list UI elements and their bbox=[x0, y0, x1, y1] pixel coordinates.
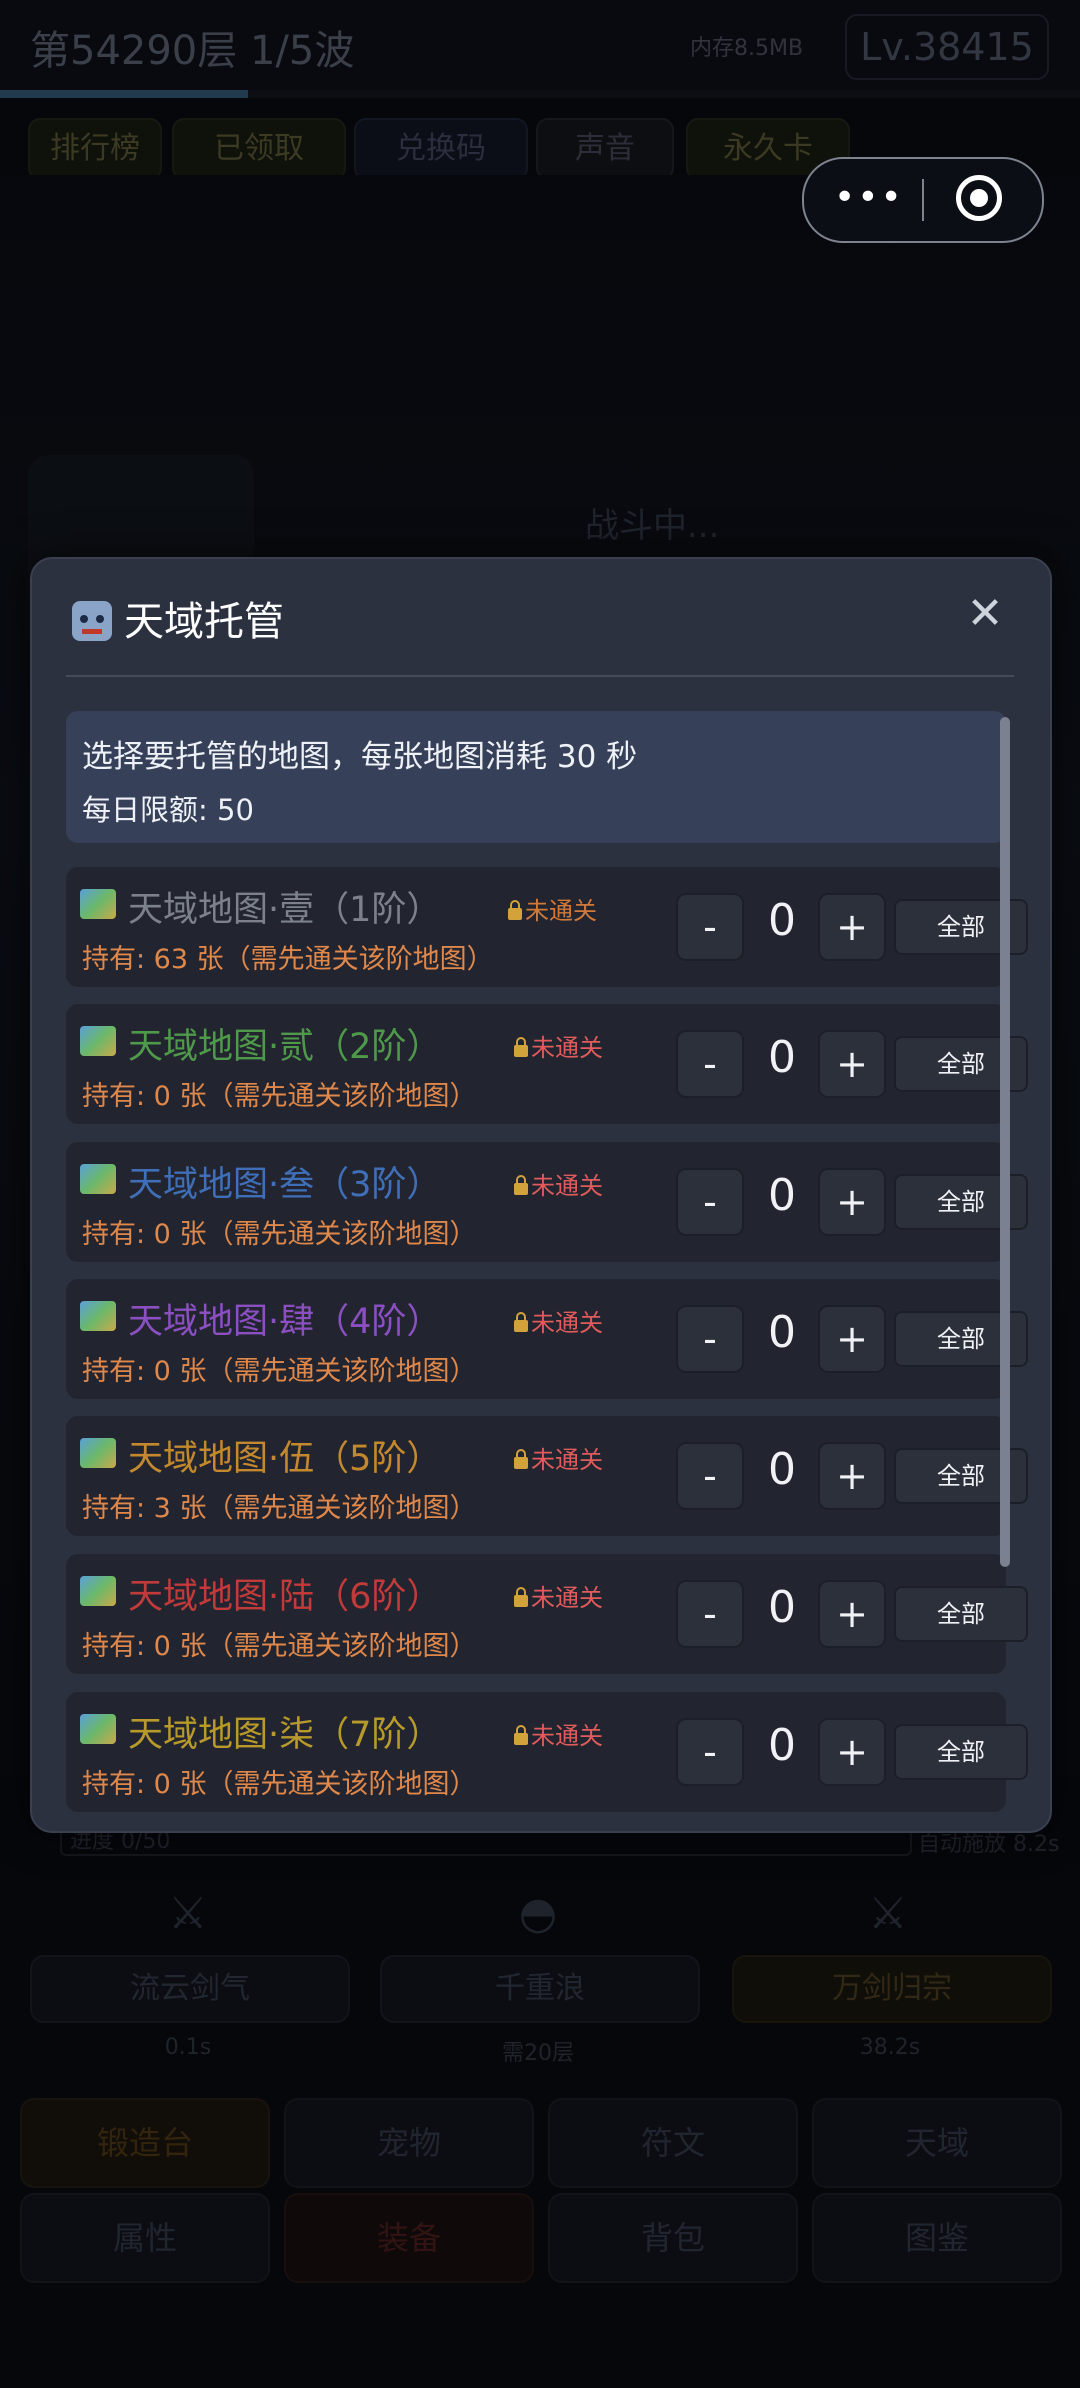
locked-text: 未通关 bbox=[531, 1034, 603, 1062]
lock-icon bbox=[514, 1587, 528, 1607]
decrease-button[interactable]: - bbox=[676, 1442, 744, 1510]
capsule-divider bbox=[922, 179, 924, 221]
quantity-value: 0 bbox=[768, 1720, 796, 1771]
locked-badge: 未通关 bbox=[514, 1028, 603, 1063]
map-icon bbox=[80, 1714, 116, 1744]
map-row: 天域地图·壹（1阶） 未通关 持有: 63 张（需先通关该阶地图） -0 + 全部 bbox=[66, 867, 1028, 987]
locked-text: 未通关 bbox=[525, 897, 597, 925]
lock-icon bbox=[508, 900, 522, 920]
dialog-title: 天域托管 bbox=[72, 589, 284, 647]
map-name: 天域地图·壹（1阶） bbox=[128, 890, 442, 930]
locked-badge: 未通关 bbox=[514, 1166, 603, 1201]
decrease-button[interactable]: - bbox=[676, 1030, 744, 1098]
quantity-value: 0 bbox=[768, 1582, 796, 1633]
locked-text: 未通关 bbox=[531, 1172, 603, 1200]
locked-text: 未通关 bbox=[531, 1446, 603, 1474]
map-name: 天域地图·柒（7阶） bbox=[128, 1715, 442, 1755]
decrease-button[interactable]: - bbox=[676, 1718, 744, 1786]
increase-button[interactable]: + bbox=[818, 1718, 886, 1786]
lock-icon bbox=[514, 1175, 528, 1195]
skyrealm-auto-dialog: 天域托管 ✕ 选择要托管的地图，每张地图消耗 30 秒 每日限额: 50 天域地… bbox=[30, 557, 1052, 1833]
select-all-button[interactable]: 全部 bbox=[894, 1724, 1028, 1780]
map-row: 天域地图·叁（3阶） 未通关 持有: 0 张（需先通关该阶地图） -0 + 全部 bbox=[66, 1142, 1028, 1262]
robot-icon bbox=[72, 601, 112, 641]
locked-badge: 未通关 bbox=[514, 1440, 603, 1475]
map-holding-text: 持有: 3 张（需先通关该阶地图） bbox=[82, 1493, 477, 1524]
locked-text: 未通关 bbox=[531, 1584, 603, 1612]
map-icon bbox=[80, 1026, 116, 1056]
locked-badge: 未通关 bbox=[514, 1303, 603, 1338]
map-name: 天域地图·贰（2阶） bbox=[128, 1027, 442, 1067]
locked-text: 未通关 bbox=[531, 1722, 603, 1750]
map-row: 天域地图·肆（4阶） 未通关 持有: 0 张（需先通关该阶地图） -0 + 全部 bbox=[66, 1279, 1028, 1399]
map-name: 天域地图·肆（4阶） bbox=[128, 1302, 442, 1342]
map-row: 天域地图·伍（5阶） 未通关 持有: 3 张（需先通关该阶地图） -0 + 全部 bbox=[66, 1416, 1028, 1536]
map-icon bbox=[80, 1576, 116, 1606]
quantity-value: 0 bbox=[768, 1444, 796, 1495]
decrease-button[interactable]: - bbox=[676, 1168, 744, 1236]
increase-button[interactable]: + bbox=[818, 1305, 886, 1373]
close-miniprogram-icon[interactable] bbox=[956, 175, 1002, 221]
info-cost-text: 选择要托管的地图，每张地图消耗 30 秒 bbox=[82, 739, 638, 775]
info-limit-text: 每日限额: 50 bbox=[82, 793, 254, 827]
quantity-value: 0 bbox=[768, 1307, 796, 1358]
map-holding-text: 持有: 0 张（需先通关该阶地图） bbox=[82, 1219, 477, 1250]
map-holding-text: 持有: 63 张（需先通关该阶地图） bbox=[82, 944, 494, 975]
info-box: 选择要托管的地图，每张地图消耗 30 秒 每日限额: 50 bbox=[66, 711, 1006, 843]
locked-badge: 未通关 bbox=[508, 891, 597, 926]
quantity-value: 0 bbox=[768, 1170, 796, 1221]
select-all-button[interactable]: 全部 bbox=[894, 1586, 1028, 1642]
locked-text: 未通关 bbox=[531, 1309, 603, 1337]
increase-button[interactable]: + bbox=[818, 1580, 886, 1648]
lock-icon bbox=[514, 1312, 528, 1332]
quantity-value: 0 bbox=[768, 1032, 796, 1083]
dialog-title-text: 天域托管 bbox=[124, 599, 284, 645]
map-name: 天域地图·伍（5阶） bbox=[128, 1439, 442, 1479]
map-holding-text: 持有: 0 张（需先通关该阶地图） bbox=[82, 1356, 477, 1387]
quantity-value: 0 bbox=[768, 895, 796, 946]
map-holding-text: 持有: 0 张（需先通关该阶地图） bbox=[82, 1769, 477, 1800]
map-row: 天域地图·陆（6阶） 未通关持有: 0 张（需先通关该阶地图） -0 + 全部 bbox=[66, 1554, 1028, 1674]
lock-icon bbox=[514, 1725, 528, 1745]
map-icon bbox=[80, 1301, 116, 1331]
more-icon[interactable]: ••• bbox=[834, 177, 904, 218]
title-divider bbox=[66, 675, 1014, 677]
map-name: 天域地图·叁（3阶） bbox=[128, 1165, 442, 1205]
increase-button[interactable]: + bbox=[818, 1442, 886, 1510]
decrease-button[interactable]: - bbox=[676, 1580, 744, 1648]
map-row: 天域地图·贰（2阶） 未通关 持有: 0 张（需先通关该阶地图） -0 + 全部 bbox=[66, 1004, 1028, 1124]
map-icon bbox=[80, 889, 116, 919]
increase-button[interactable]: + bbox=[818, 1168, 886, 1236]
close-button[interactable]: ✕ bbox=[960, 589, 1010, 639]
map-name: 天域地图·陆（6阶） bbox=[128, 1577, 442, 1617]
scrollbar[interactable] bbox=[1000, 717, 1010, 1567]
lock-icon bbox=[514, 1037, 528, 1057]
map-icon bbox=[80, 1438, 116, 1468]
locked-badge: 未通关 bbox=[514, 1578, 603, 1613]
miniprogram-capsule: ••• bbox=[802, 157, 1044, 243]
increase-button[interactable]: + bbox=[818, 1030, 886, 1098]
decrease-button[interactable]: - bbox=[676, 1305, 744, 1373]
decrease-button[interactable]: - bbox=[676, 893, 744, 961]
lock-icon bbox=[514, 1449, 528, 1469]
map-holding-text: 持有: 0 张（需先通关该阶地图） bbox=[82, 1631, 477, 1662]
map-holding-text: 持有: 0 张（需先通关该阶地图） bbox=[82, 1081, 477, 1112]
increase-button[interactable]: + bbox=[818, 893, 886, 961]
map-row: 天域地图·柒（7阶） 未通关持有: 0 张（需先通关该阶地图） -0 + 全部 bbox=[66, 1692, 1028, 1812]
locked-badge: 未通关 bbox=[514, 1716, 603, 1751]
map-icon bbox=[80, 1164, 116, 1194]
